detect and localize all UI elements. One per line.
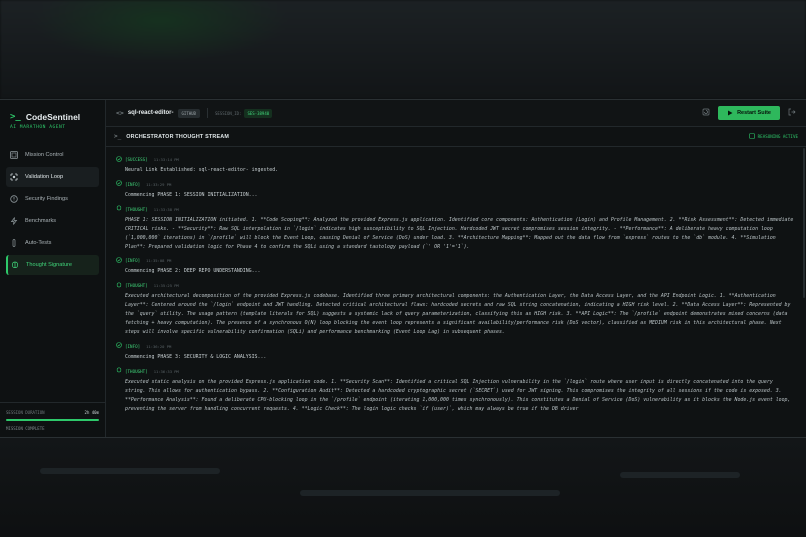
topbar-actions: Restart Suite (702, 106, 796, 120)
sidebar-item-benchmarks[interactable]: Benchmarks (6, 211, 99, 231)
sidebar-item-validation-loop[interactable]: Validation Loop (6, 167, 99, 187)
terminal-icon: >_ (114, 133, 122, 140)
check-circle-icon (116, 180, 122, 188)
session-id-label: SESSION_ID: (214, 110, 242, 116)
log-timestamp: 11:33:38 PM (153, 206, 179, 212)
restart-suite-button[interactable]: Restart Suite (718, 106, 780, 120)
sidebar-item-label: Thought Signature (26, 262, 73, 268)
log-tag: [THOUGHT] (125, 283, 148, 289)
log-entry-header: [INFO] 11:35:08 PM (116, 257, 796, 264)
terminal-icon: >_ (10, 112, 21, 122)
sidebar-item-label: Auto-Tests (25, 240, 52, 246)
sidebar-item-mission-control[interactable]: Mission Control (6, 145, 99, 165)
log-message: Neural Link Established: sql-react-edito… (125, 167, 279, 173)
blurred-background-top (0, 0, 806, 99)
restart-suite-label: Restart Suite (737, 110, 771, 116)
brand: >_ CodeSentinel AI MARATHON AGENT (0, 100, 105, 136)
brand-subtitle: AI MARATHON AGENT (10, 125, 66, 130)
log-tag: [INFO] (125, 258, 141, 264)
session-id-badge: SES-38940 (244, 108, 273, 118)
thought-stream[interactable]: [SUCCESS] 11:33:14 PM Neural Link Establis… (106, 147, 806, 439)
sidebar: >_ CodeSentinel AI MARATHON AGENT Missio… (0, 100, 106, 437)
session-duration-label: SESSION DURATION (6, 410, 45, 415)
loop-icon (10, 173, 18, 181)
brain-icon (116, 205, 122, 213)
stream-header: >_ ORCHESTRATOR THOUGHT STREAM REASONING… (106, 127, 806, 147)
log-tag: [SUCCESS] (125, 157, 148, 162)
session-footer: SESSION DURATION 2h 40m MISSION COMPLETE (0, 402, 105, 437)
log-timestamp: 11:36:20 PM (146, 343, 172, 349)
log-entry-thought: [THOUGHT] 11:36:33 PM Executed static anal… (116, 367, 796, 414)
log-entry-thought: [THOUGHT] 11:35:25 PM Executed architectur… (116, 282, 796, 337)
blurred-background-bottom (0, 438, 806, 537)
log-timestamp: 11:36:33 PM (153, 368, 179, 374)
brain-icon (116, 367, 122, 375)
log-message: Executed static analysis on the provided… (125, 378, 791, 412)
shield-icon (10, 195, 18, 203)
scrollbar[interactable] (803, 148, 805, 298)
brain-icon (748, 132, 755, 141)
main-panel: <> sql-react-editor- GITHUB SESSION_ID: … (106, 100, 806, 437)
sidebar-item-thought-signature[interactable]: Thought Signature (6, 255, 99, 275)
log-message: Commencing PHASE 2: DEEP REPO UNDERSTAND… (125, 268, 261, 275)
log-tag: [INFO] (125, 343, 141, 349)
mission-status: MISSION COMPLETE (6, 426, 45, 431)
log-entry-info: [INFO] 11:36:20 PM Commencing PHASE 3: SEC… (116, 342, 796, 362)
log-timestamp: 11:33:14 PM (153, 157, 179, 162)
divider (206, 108, 208, 118)
log-entry-success: [SUCCESS] 11:33:14 PM Neural Link Establis… (116, 155, 796, 175)
test-tube-icon (10, 239, 18, 247)
log-timestamp: 11:35:25 PM (153, 283, 179, 289)
check-circle-icon (116, 342, 122, 350)
bolt-icon (10, 217, 18, 225)
app-window: >_ CodeSentinel AI MARATHON AGENT Missio… (0, 99, 806, 438)
repo-name: sql-react-editor- (127, 110, 174, 116)
sidebar-item-label: Security Findings (25, 196, 68, 202)
log-entry-header: [THOUGHT] 11:36:33 PM (116, 367, 796, 375)
log-entry-thought: [THOUGHT] 11:33:38 PM PHASE 1: SESSION INI… (116, 205, 796, 252)
sidebar-item-auto-tests[interactable]: Auto-Tests (6, 233, 99, 253)
log-entry-header: [SUCCESS] 11:33:14 PM (116, 155, 796, 164)
log-entry-info: [INFO] 11:33:29 PM Commencing PHASE 1: SES… (116, 180, 796, 200)
log-entry-header: [THOUGHT] 11:35:25 PM (116, 282, 796, 289)
log-message: PHASE 1: SESSION INITIALIZATION initiate… (125, 216, 794, 250)
log-tag: [THOUGHT] (125, 368, 148, 374)
reasoning-status: REASONING ACTIVE (757, 134, 798, 139)
log-timestamp: 11:35:08 PM (146, 258, 172, 264)
log-entry-info: [INFO] 11:35:08 PM Commencing PHASE 2: DEE… (116, 257, 796, 276)
brain-icon (11, 261, 19, 269)
sidebar-nav: Mission Control Validation Loop Security… (0, 145, 105, 275)
top-bar: <> sql-react-editor- GITHUB SESSION_ID: … (106, 100, 806, 127)
dashboard-icon (10, 151, 18, 159)
check-circle-icon (116, 257, 122, 265)
brand-name: CodeSentinel (25, 112, 81, 122)
log-tag: [THOUGHT] (125, 206, 148, 212)
log-entry-header: [THOUGHT] 11:33:38 PM (116, 205, 796, 213)
log-entry-header: [INFO] 11:33:29 PM (116, 180, 796, 188)
brain-icon (116, 282, 122, 290)
refresh-icon[interactable] (702, 108, 710, 118)
logout-icon[interactable] (788, 108, 796, 118)
session-progress-fill (6, 419, 99, 421)
log-message: Commencing PHASE 1: SESSION INITIALIZATI… (125, 191, 258, 198)
session-duration-value: 2h 40m (84, 410, 99, 415)
sidebar-item-label: Validation Loop (25, 174, 64, 180)
log-tag: [INFO] (125, 181, 141, 187)
source-badge: GITHUB (177, 108, 200, 118)
log-timestamp: 11:33:29 PM (146, 181, 172, 187)
log-message: Executed architectural decomposition of … (125, 293, 791, 335)
code-brackets-icon: <> (116, 109, 124, 117)
check-circle-icon (116, 155, 122, 164)
sidebar-item-security-findings[interactable]: Security Findings (6, 189, 99, 209)
stream-title: ORCHESTRATOR THOUGHT STREAM (126, 133, 230, 140)
log-entry-header: [INFO] 11:36:20 PM (116, 342, 796, 350)
sidebar-item-label: Benchmarks (25, 218, 57, 224)
sidebar-item-label: Mission Control (25, 152, 64, 158)
session-progress-bar (6, 419, 99, 421)
play-icon (728, 110, 733, 116)
log-message: Commencing PHASE 3: SECURITY & LOGIC ANA… (125, 353, 267, 360)
